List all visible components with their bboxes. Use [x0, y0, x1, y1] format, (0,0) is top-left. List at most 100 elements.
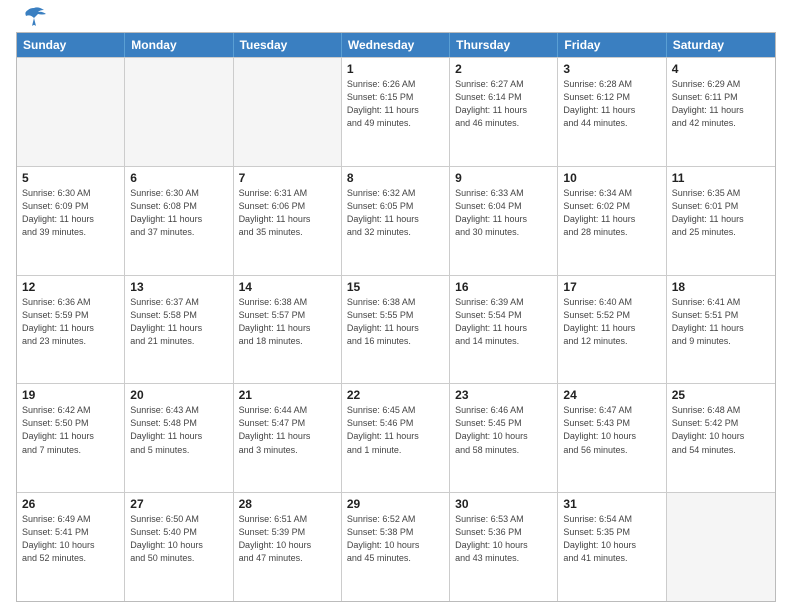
- day-info: Sunrise: 6:33 AM Sunset: 6:04 PM Dayligh…: [455, 187, 552, 239]
- calendar-cell-1-2: 7 Sunrise: 6:31 AM Sunset: 6:06 PM Daylig…: [234, 167, 342, 275]
- day-number: 11: [672, 171, 770, 185]
- day-number: 15: [347, 280, 444, 294]
- day-number: 26: [22, 497, 119, 511]
- day-number: 3: [563, 62, 660, 76]
- calendar-cell-2-4: 16Sunrise: 6:39 AM Sunset: 5:54 PM Dayli…: [450, 276, 558, 384]
- calendar-cell-1-0: 5 Sunrise: 6:30 AM Sunset: 6:09 PM Daylig…: [17, 167, 125, 275]
- day-number: 24: [563, 388, 660, 402]
- day-info: Sunrise: 6:28 AM Sunset: 6:12 PM Dayligh…: [563, 78, 660, 130]
- calendar-cell-2-6: 18 Sunrise: 6:41 AM Sunset: 5:51 PM Dayli…: [667, 276, 775, 384]
- day-info: Sunrise: 6:34 AM Sunset: 6:02 PM Dayligh…: [563, 187, 660, 239]
- calendar-row-2: 12 Sunrise: 6:36 AM Sunset: 5:59 PM Dayli…: [17, 275, 775, 384]
- day-number: 31: [563, 497, 660, 511]
- day-number: 8: [347, 171, 444, 185]
- day-info: Sunrise: 6:53 AM Sunset: 5:36 PM Dayligh…: [455, 513, 552, 565]
- calendar-cell-2-0: 12 Sunrise: 6:36 AM Sunset: 5:59 PM Dayli…: [17, 276, 125, 384]
- calendar-cell-1-6: 11 Sunrise: 6:35 AM Sunset: 6:01 PM Dayli…: [667, 167, 775, 275]
- calendar-header: SundayMondayTuesdayWednesdayThursdayFrid…: [17, 33, 775, 57]
- calendar-cell-3-1: 20Sunrise: 6:43 AM Sunset: 5:48 PM Dayli…: [125, 384, 233, 492]
- day-info: Sunrise: 6:30 AM Sunset: 6:09 PM Dayligh…: [22, 187, 119, 239]
- day-info: Sunrise: 6:30 AM Sunset: 6:08 PM Dayligh…: [130, 187, 227, 239]
- header-cell-friday: Friday: [558, 33, 666, 57]
- day-info: Sunrise: 6:50 AM Sunset: 5:40 PM Dayligh…: [130, 513, 227, 565]
- calendar-cell-3-4: 23 Sunrise: 6:46 AM Sunset: 5:45 PM Dayli…: [450, 384, 558, 492]
- calendar-cell-2-3: 15 Sunrise: 6:38 AM Sunset: 5:55 PM Dayli…: [342, 276, 450, 384]
- day-info: Sunrise: 6:37 AM Sunset: 5:58 PM Dayligh…: [130, 296, 227, 348]
- day-number: 17: [563, 280, 660, 294]
- calendar-cell-4-1: 27 Sunrise: 6:50 AM Sunset: 5:40 PM Dayli…: [125, 493, 233, 601]
- header-cell-saturday: Saturday: [667, 33, 775, 57]
- day-info: Sunrise: 6:44 AM Sunset: 5:47 PM Dayligh…: [239, 404, 336, 456]
- calendar-cell-1-1: 6 Sunrise: 6:30 AM Sunset: 6:08 PM Daylig…: [125, 167, 233, 275]
- logo-bird-icon: [20, 6, 48, 28]
- day-number: 29: [347, 497, 444, 511]
- calendar-cell-1-3: 8Sunrise: 6:32 AM Sunset: 6:05 PM Daylig…: [342, 167, 450, 275]
- calendar-cell-0-1: [125, 58, 233, 166]
- calendar-cell-4-5: 31 Sunrise: 6:54 AM Sunset: 5:35 PM Dayli…: [558, 493, 666, 601]
- calendar-cell-0-4: 2 Sunrise: 6:27 AM Sunset: 6:14 PM Daylig…: [450, 58, 558, 166]
- header: [16, 10, 776, 28]
- calendar: SundayMondayTuesdayWednesdayThursdayFrid…: [16, 32, 776, 602]
- day-number: 20: [130, 388, 227, 402]
- day-number: 2: [455, 62, 552, 76]
- day-info: Sunrise: 6:31 AM Sunset: 6:06 PM Dayligh…: [239, 187, 336, 239]
- calendar-cell-2-1: 13Sunrise: 6:37 AM Sunset: 5:58 PM Dayli…: [125, 276, 233, 384]
- calendar-body: 1Sunrise: 6:26 AM Sunset: 6:15 PM Daylig…: [17, 57, 775, 601]
- day-info: Sunrise: 6:27 AM Sunset: 6:14 PM Dayligh…: [455, 78, 552, 130]
- calendar-cell-4-3: 29 Sunrise: 6:52 AM Sunset: 5:38 PM Dayli…: [342, 493, 450, 601]
- day-info: Sunrise: 6:42 AM Sunset: 5:50 PM Dayligh…: [22, 404, 119, 456]
- header-cell-sunday: Sunday: [17, 33, 125, 57]
- logo: [16, 14, 48, 28]
- header-cell-monday: Monday: [125, 33, 233, 57]
- day-number: 18: [672, 280, 770, 294]
- day-info: Sunrise: 6:46 AM Sunset: 5:45 PM Dayligh…: [455, 404, 552, 456]
- calendar-cell-0-3: 1Sunrise: 6:26 AM Sunset: 6:15 PM Daylig…: [342, 58, 450, 166]
- header-cell-tuesday: Tuesday: [234, 33, 342, 57]
- day-info: Sunrise: 6:41 AM Sunset: 5:51 PM Dayligh…: [672, 296, 770, 348]
- day-info: Sunrise: 6:36 AM Sunset: 5:59 PM Dayligh…: [22, 296, 119, 348]
- calendar-row-3: 19 Sunrise: 6:42 AM Sunset: 5:50 PM Dayli…: [17, 383, 775, 492]
- day-number: 4: [672, 62, 770, 76]
- day-info: Sunrise: 6:35 AM Sunset: 6:01 PM Dayligh…: [672, 187, 770, 239]
- day-info: Sunrise: 6:54 AM Sunset: 5:35 PM Dayligh…: [563, 513, 660, 565]
- day-info: Sunrise: 6:39 AM Sunset: 5:54 PM Dayligh…: [455, 296, 552, 348]
- day-info: Sunrise: 6:38 AM Sunset: 5:57 PM Dayligh…: [239, 296, 336, 348]
- day-number: 6: [130, 171, 227, 185]
- calendar-cell-3-2: 21 Sunrise: 6:44 AM Sunset: 5:47 PM Dayli…: [234, 384, 342, 492]
- day-number: 14: [239, 280, 336, 294]
- header-cell-wednesday: Wednesday: [342, 33, 450, 57]
- calendar-cell-0-6: 4Sunrise: 6:29 AM Sunset: 6:11 PM Daylig…: [667, 58, 775, 166]
- header-cell-thursday: Thursday: [450, 33, 558, 57]
- calendar-cell-0-5: 3 Sunrise: 6:28 AM Sunset: 6:12 PM Daylig…: [558, 58, 666, 166]
- calendar-cell-0-0: [17, 58, 125, 166]
- day-info: Sunrise: 6:38 AM Sunset: 5:55 PM Dayligh…: [347, 296, 444, 348]
- day-number: 9: [455, 171, 552, 185]
- day-number: 7: [239, 171, 336, 185]
- calendar-cell-4-6: [667, 493, 775, 601]
- day-number: 27: [130, 497, 227, 511]
- day-info: Sunrise: 6:51 AM Sunset: 5:39 PM Dayligh…: [239, 513, 336, 565]
- day-info: Sunrise: 6:40 AM Sunset: 5:52 PM Dayligh…: [563, 296, 660, 348]
- calendar-cell-1-4: 9 Sunrise: 6:33 AM Sunset: 6:04 PM Daylig…: [450, 167, 558, 275]
- calendar-cell-2-5: 17 Sunrise: 6:40 AM Sunset: 5:52 PM Dayli…: [558, 276, 666, 384]
- calendar-cell-4-4: 30Sunrise: 6:53 AM Sunset: 5:36 PM Dayli…: [450, 493, 558, 601]
- day-info: Sunrise: 6:47 AM Sunset: 5:43 PM Dayligh…: [563, 404, 660, 456]
- day-info: Sunrise: 6:52 AM Sunset: 5:38 PM Dayligh…: [347, 513, 444, 565]
- calendar-cell-4-2: 28 Sunrise: 6:51 AM Sunset: 5:39 PM Dayli…: [234, 493, 342, 601]
- day-info: Sunrise: 6:48 AM Sunset: 5:42 PM Dayligh…: [672, 404, 770, 456]
- day-number: 12: [22, 280, 119, 294]
- day-info: Sunrise: 6:45 AM Sunset: 5:46 PM Dayligh…: [347, 404, 444, 456]
- day-number: 22: [347, 388, 444, 402]
- calendar-row-0: 1Sunrise: 6:26 AM Sunset: 6:15 PM Daylig…: [17, 57, 775, 166]
- calendar-cell-3-5: 24 Sunrise: 6:47 AM Sunset: 5:43 PM Dayli…: [558, 384, 666, 492]
- day-number: 28: [239, 497, 336, 511]
- day-number: 21: [239, 388, 336, 402]
- day-number: 19: [22, 388, 119, 402]
- day-info: Sunrise: 6:49 AM Sunset: 5:41 PM Dayligh…: [22, 513, 119, 565]
- day-number: 5: [22, 171, 119, 185]
- day-number: 25: [672, 388, 770, 402]
- calendar-cell-0-2: [234, 58, 342, 166]
- calendar-cell-3-6: 25 Sunrise: 6:48 AM Sunset: 5:42 PM Dayli…: [667, 384, 775, 492]
- day-number: 23: [455, 388, 552, 402]
- calendar-cell-4-0: 26 Sunrise: 6:49 AM Sunset: 5:41 PM Dayli…: [17, 493, 125, 601]
